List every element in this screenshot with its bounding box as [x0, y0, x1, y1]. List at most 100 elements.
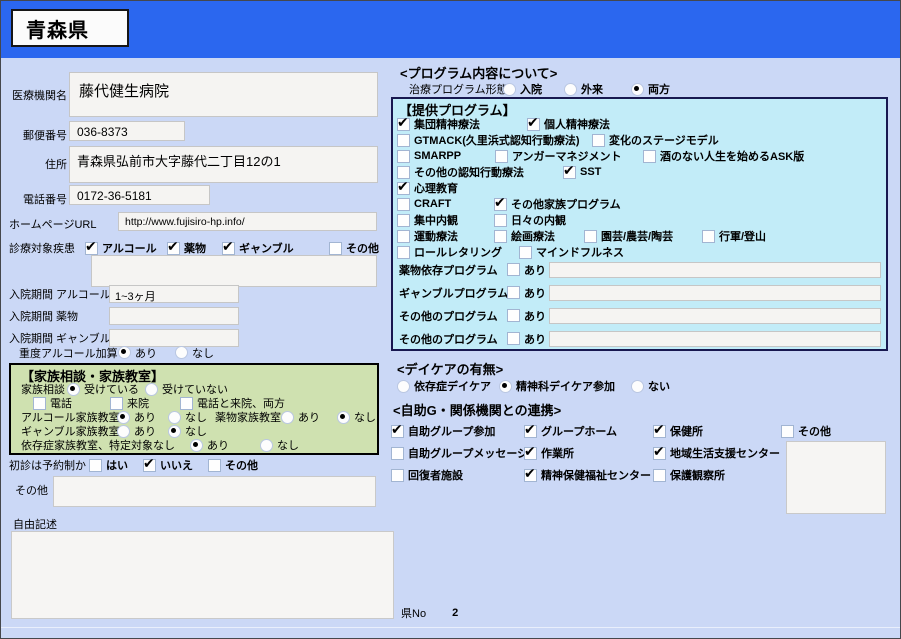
checkbox[interactable]: [592, 133, 605, 147]
phone-value: 0172-36-5181: [77, 189, 152, 203]
checkbox[interactable]: [524, 422, 537, 438]
postal-field[interactable]: 036-8373: [69, 121, 185, 141]
checkbox[interactable]: [494, 229, 507, 243]
checkbox[interactable]: [85, 239, 98, 255]
option-label: 入院: [520, 84, 542, 96]
program-line-field[interactable]: [549, 261, 881, 278]
program-line-field[interactable]: [549, 307, 881, 324]
option-label: 両方: [648, 84, 670, 96]
checkbox[interactable]: [89, 458, 102, 472]
institution-field[interactable]: 藤代健生病院: [69, 72, 378, 117]
checkbox[interactable]: [397, 179, 410, 195]
checkbox[interactable]: [519, 245, 532, 259]
checkbox[interactable]: [391, 446, 404, 460]
radio-button[interactable]: [337, 410, 350, 424]
checkbox[interactable]: [524, 444, 537, 460]
checkbox-option: あり: [507, 262, 549, 278]
diseases-row: 診療対象疾患 アルコール 薬物 ギャンブル その他: [9, 239, 379, 256]
checkbox[interactable]: [110, 396, 123, 410]
checkbox[interactable]: [563, 163, 576, 179]
checkbox[interactable]: [653, 468, 666, 482]
checkbox-option: その他家族プログラム: [494, 195, 621, 212]
radio-button[interactable]: [397, 379, 410, 393]
program-line-field[interactable]: [549, 330, 881, 347]
checkbox[interactable]: [397, 149, 410, 163]
radio-button[interactable]: [67, 382, 80, 396]
option-label: 自助グループ参加: [408, 426, 496, 438]
checkbox[interactable]: [494, 195, 507, 211]
checkbox[interactable]: [397, 115, 410, 131]
checkbox[interactable]: [222, 239, 235, 255]
checkbox[interactable]: [653, 444, 666, 460]
radio-button[interactable]: [117, 410, 130, 424]
checkbox[interactable]: [397, 197, 410, 211]
option-label: GTMACK(久里浜式認知行動療法): [414, 135, 580, 147]
radio-button[interactable]: [175, 346, 188, 359]
radio-button[interactable]: [503, 82, 516, 96]
checkbox[interactable]: [524, 466, 537, 482]
checkbox[interactable]: [507, 286, 520, 299]
checkbox[interactable]: [208, 458, 221, 472]
checkbox[interactable]: [495, 149, 508, 163]
free-text-area[interactable]: [11, 531, 394, 619]
radio-button[interactable]: [117, 424, 130, 438]
checkbox-option: GTMACK(久里浜式認知行動療法): [397, 132, 592, 148]
checkbox[interactable]: [391, 468, 404, 482]
checkbox[interactable]: [584, 229, 597, 243]
checkbox[interactable]: [397, 133, 410, 147]
option-label: 酒のない人生を始めるASK版: [660, 151, 805, 163]
option-label: ギャンブル: [239, 243, 294, 255]
checkbox[interactable]: [33, 396, 46, 410]
checkbox[interactable]: [527, 115, 540, 131]
radio-button[interactable]: [168, 424, 181, 438]
radio-button[interactable]: [631, 82, 644, 96]
option-label: あり: [524, 287, 546, 300]
checkbox[interactable]: [507, 309, 520, 322]
address-field[interactable]: 青森県弘前市大字藤代二丁目12の1: [69, 146, 378, 183]
severe-alcohol-row: 重度アルコール加算 あり なし: [19, 345, 214, 360]
radio-button[interactable]: [118, 346, 131, 359]
radio-button[interactable]: [631, 379, 644, 393]
checkbox[interactable]: [167, 239, 180, 255]
checkbox[interactable]: [397, 213, 410, 227]
checkbox[interactable]: [653, 422, 666, 438]
radio-button[interactable]: [281, 410, 294, 424]
checkbox[interactable]: [143, 456, 156, 472]
phone-field[interactable]: 0172-36-5181: [69, 185, 210, 205]
text-field[interactable]: 1~3ヶ月: [109, 285, 239, 303]
radio-button[interactable]: [190, 438, 203, 452]
radio-button[interactable]: [260, 438, 273, 452]
free-text-label: 自由記述: [13, 519, 57, 531]
radio-button[interactable]: [499, 379, 512, 393]
text-field[interactable]: [109, 307, 239, 325]
option-label: 精神保健福祉センター: [541, 470, 651, 482]
cooperation-title: <自助G・関係機関との連携>: [393, 403, 562, 418]
option-label: 薬物: [184, 243, 206, 255]
checkbox-option: ギャンブル: [222, 239, 329, 256]
program-line-field[interactable]: [549, 284, 881, 301]
checkbox[interactable]: [397, 229, 410, 243]
checkbox[interactable]: [494, 213, 507, 227]
checkbox[interactable]: [507, 263, 520, 276]
other-field[interactable]: [53, 476, 376, 507]
family-consult-row: 家族相談 受けている 受けていない: [21, 382, 367, 396]
url-field[interactable]: http://www.fujisiro-hp.info/: [118, 212, 377, 231]
radio-button[interactable]: [145, 382, 158, 396]
family-nontarget-row: 依存症家族教室、特定対象なし あり なし: [21, 438, 367, 452]
checkbox[interactable]: [180, 396, 193, 410]
checkbox[interactable]: [397, 245, 410, 259]
checkbox[interactable]: [507, 332, 520, 345]
option-row: CRAFT その他家族プログラム: [397, 195, 804, 212]
cooperation-other-field[interactable]: [786, 441, 886, 514]
checkbox[interactable]: [643, 149, 656, 163]
checkbox[interactable]: [702, 229, 715, 243]
treatment-form-row: 治療プログラム形態 入院 外来 両方: [409, 81, 670, 97]
checkbox-option: 薬物: [167, 239, 222, 256]
checkbox[interactable]: [391, 422, 404, 438]
checkbox[interactable]: [329, 241, 342, 255]
postal-value: 036-8373: [77, 125, 128, 139]
radio-button[interactable]: [564, 82, 577, 96]
checkbox[interactable]: [781, 424, 794, 438]
radio-button[interactable]: [168, 410, 181, 424]
checkbox[interactable]: [397, 165, 410, 179]
